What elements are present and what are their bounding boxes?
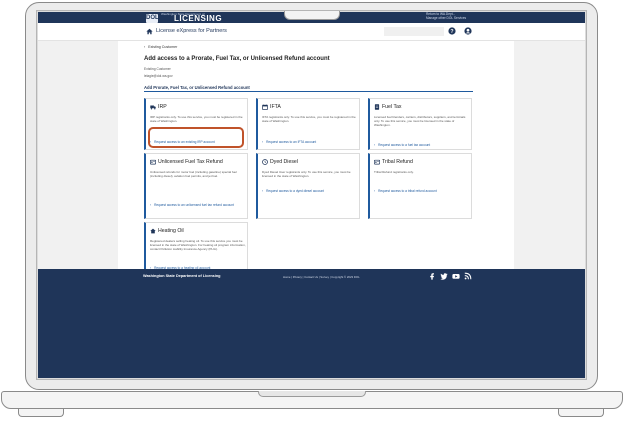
card-ifta: IFTA IFTA registrants only. To use this …: [256, 98, 360, 150]
chevron-left-icon: ‹: [144, 45, 146, 49]
facebook-icon[interactable]: [428, 272, 436, 280]
browser-viewport: DOL Washington State Department of LICEN…: [38, 12, 585, 378]
card-description: Dyed Diesel User registrants only. To us…: [262, 170, 351, 178]
chevron-right-icon: ›: [262, 189, 264, 193]
request-access-unlicensed-refund-link[interactable]: › Request access to an unlicensed fuel ta…: [150, 203, 246, 207]
request-access-ifta-link[interactable]: › Request access to an IFTA account: [262, 140, 316, 144]
card-title: Tribal Refund: [382, 159, 413, 165]
card-title: Heating Oil: [158, 228, 184, 234]
youtube-icon[interactable]: [452, 272, 460, 280]
card-link-label[interactable]: Request access to an IFTA account: [266, 140, 316, 144]
card-link-label[interactable]: Request access to a fuel tax account: [378, 143, 430, 147]
laptop-camera-notch: [284, 11, 340, 20]
page-title: Add access to a Prorate, Fuel Tax, or Un…: [144, 56, 330, 62]
request-access-fuel-tax-link[interactable]: › Request access to a fuel tax account: [374, 143, 430, 147]
agency-logo: DOL: [146, 14, 159, 23]
laptop-foot-left: [18, 409, 64, 417]
twitter-icon[interactable]: [440, 272, 448, 280]
card-title: Unlicensed Fuel Tax Refund: [158, 159, 223, 165]
home-icon[interactable]: [146, 28, 153, 35]
agency-brand[interactable]: DOL Washington State Department of LICEN…: [146, 12, 222, 23]
agency-brand-subtitle: Washington State Department of: [161, 12, 205, 16]
main-content: ‹ Existing Customer Add access to a Pror…: [118, 41, 514, 277]
card-link-label[interactable]: Request access to an unlicensed fuel tax…: [154, 203, 234, 207]
question-circle-icon[interactable]: ?: [448, 27, 456, 35]
card-title: IRP: [158, 104, 167, 110]
footer-links[interactable]: Home | Privacy | Contact Us | Survey | C…: [283, 275, 360, 279]
user-circle-icon[interactable]: [464, 27, 472, 35]
highlight-annotation: [148, 127, 244, 148]
card-fuel-tax: Fuel Tax Licensed fuel blenders, carrier…: [368, 98, 472, 150]
header-search-field[interactable]: [384, 27, 444, 36]
card-description: Licensed fuel blenders, carriers, distri…: [374, 115, 466, 127]
truck-icon: [150, 105, 156, 110]
request-access-dyed-diesel-link[interactable]: › Request access to a dyed diesel account: [262, 189, 324, 193]
card-dyed-diesel: Dyed Diesel Dyed Diesel User registrants…: [256, 153, 360, 219]
svg-text:?: ?: [450, 29, 453, 35]
card-title: Fuel Tax: [382, 104, 402, 110]
card-description: Registered dealers selling heating oil. …: [150, 239, 246, 251]
rss-icon[interactable]: [464, 272, 472, 280]
app-title[interactable]: License eXpress for Partners: [156, 28, 227, 34]
laptop-foot-right: [558, 409, 604, 417]
site-footer: Washington State Department of Licensing…: [38, 269, 585, 378]
laptop-base-groove: [258, 391, 366, 397]
card-link-label[interactable]: Request access to a dyed diesel account: [266, 189, 324, 193]
card-tribal-refund: Tribal Refund Tribal Refund registrants …: [368, 153, 472, 219]
card-description: Tribal Refund registrants only.: [374, 170, 414, 174]
chevron-right-icon: ›: [374, 189, 376, 193]
request-access-tribal-refund-link[interactable]: › Request access to a tribal refund accou…: [374, 189, 437, 193]
chevron-right-icon: ›: [262, 140, 264, 144]
footer-agency-name: Washington State Department of Licensing: [143, 274, 221, 278]
chevron-right-icon: ›: [374, 143, 376, 147]
card-description: Unlicensed refunds for motor fuel (inclu…: [150, 170, 237, 178]
section-title: Add Prorate, Fuel Tax, or Unlicensed Ref…: [144, 85, 250, 90]
back-link[interactable]: Existing Customer: [148, 45, 177, 49]
breadcrumb[interactable]: ‹ Existing Customer: [144, 45, 177, 49]
house-icon: [150, 228, 156, 234]
customer-label: Existing Customer: [144, 67, 171, 71]
id-card-icon: [150, 159, 156, 165]
manage-services-link[interactable]: Manage other DOL Services: [426, 16, 466, 20]
card-link-label[interactable]: Request access to a tribal refund accoun…: [378, 189, 437, 193]
chevron-right-icon: ›: [150, 203, 152, 207]
top-right-links[interactable]: Return to WA.Dept... Manage other DOL Se…: [426, 12, 466, 20]
card-title: IFTA: [270, 104, 281, 110]
id-card-icon: [374, 159, 380, 165]
document-icon: [374, 104, 380, 110]
customer-email: lelagie@dol.wa.gov: [144, 74, 173, 78]
clock-icon: [262, 159, 268, 165]
card-description: IRP registrants only. To use this servic…: [150, 115, 243, 123]
section-divider: [144, 91, 473, 92]
app-header: License eXpress for Partners ?: [38, 23, 585, 41]
card-description: IFTA registrants only. To use this servi…: [262, 115, 356, 123]
calendar-icon: [262, 104, 268, 110]
card-unlicensed-fuel-tax-refund: Unlicensed Fuel Tax Refund Unlicensed re…: [144, 153, 248, 219]
card-title: Dyed Diesel: [270, 159, 298, 165]
